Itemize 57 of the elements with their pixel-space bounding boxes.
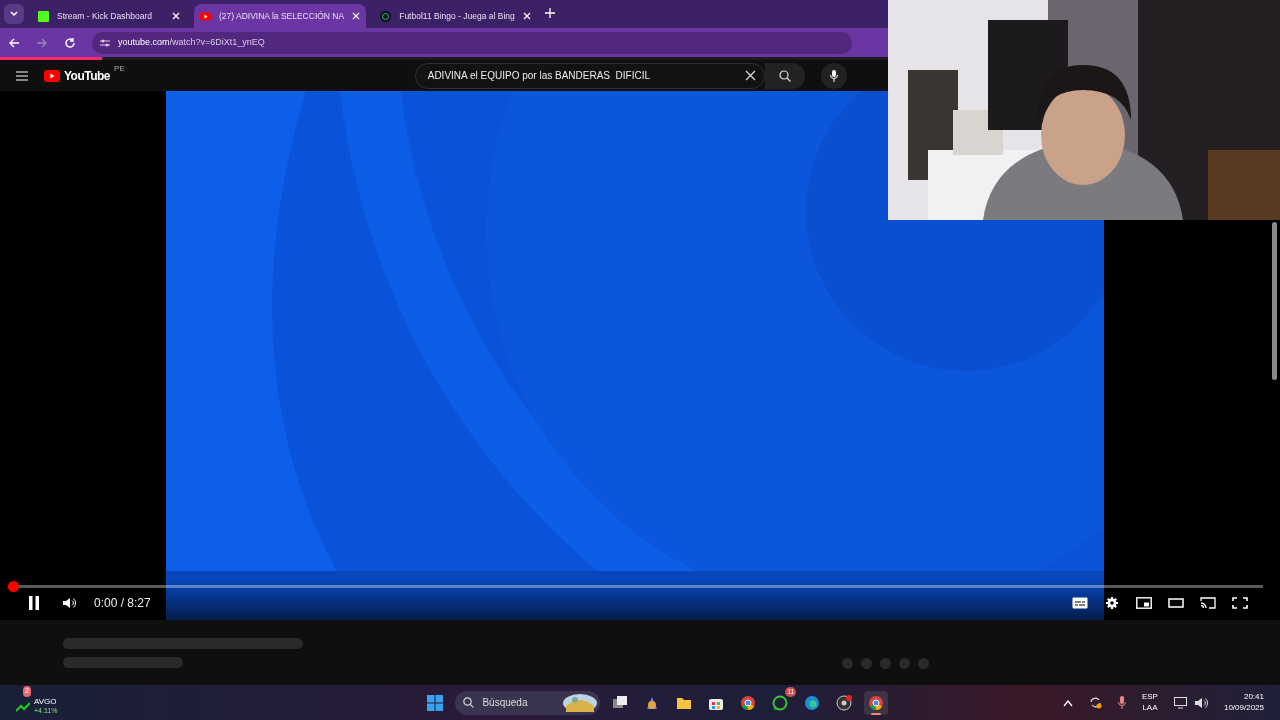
plus-icon[interactable] [544,7,555,18]
back-icon[interactable] [8,36,20,49]
address-field[interactable]: youtube.com/watch?v=6DiXt1_ynEQ [92,31,852,54]
edge-icon [804,694,821,711]
search-icon [778,69,791,82]
chat-bubble-icon [772,694,789,711]
microphone-icon [829,69,838,82]
chevron-down-icon[interactable] [9,9,19,19]
cast-icon [1200,597,1216,609]
search-field[interactable]: ADIVINA el EQUIPO por las BANDERAS DIFICIL [414,62,765,89]
pause-icon [28,596,40,610]
microphone-button[interactable] [820,62,847,89]
search-button[interactable] [764,62,805,89]
sync-icon[interactable] [1088,696,1102,709]
menu-icon[interactable] [16,70,28,81]
record-icon [836,694,853,711]
settings-icon [1104,597,1120,609]
volume-icon[interactable] [1194,696,1208,709]
youtube-logo[interactable]: YouTube PE [44,66,125,85]
loading-dot [861,658,872,669]
fullscreen-icon [1232,597,1248,609]
taskbar-app[interactable] [864,690,889,715]
subtitles-icon [1072,597,1088,609]
task-view-icon [612,694,629,711]
tune-icon [100,37,110,48]
language-indicator[interactable]: ESP LAA [1141,692,1158,713]
chevron-up-icon[interactable] [1062,698,1073,707]
windows-start-icon[interactable] [427,694,444,711]
loading-dot [880,658,891,669]
browser-tab[interactable]: Futbol11 Bingo - Juega al Bing [374,4,537,28]
browser-tab[interactable]: (27) ADIVINA la SELECCIÓN NA [194,4,367,28]
search-icon [463,697,475,708]
scrollbar[interactable] [1272,222,1277,380]
time-display: 0:00 / 8:27 [94,595,151,612]
progress-bar[interactable] [8,581,1263,592]
clock[interactable]: 20:41 10/09/2025 [1223,692,1264,713]
loading-dot [899,658,910,669]
loading-dot [842,658,853,669]
trend-up-icon [16,701,30,712]
loading-dot [918,658,929,669]
play-logo-icon [200,10,211,22]
close-icon[interactable] [744,70,756,81]
search-field[interactable]: Búsqueda [455,690,601,715]
network-icon[interactable] [1173,696,1187,709]
progress-handle[interactable] [8,581,19,592]
circle-logo-icon [380,10,392,22]
active-indicator [871,712,882,715]
browser-tab[interactable]: Stream - Kick Dashboard [32,4,186,28]
miniplayer-icon [1136,597,1152,609]
rectangle-icon [1168,597,1184,609]
reload-icon[interactable] [64,36,76,49]
chrome-icon [868,694,885,711]
microphone-icon[interactable] [1117,696,1126,709]
chrome-icon [740,694,757,711]
square-logo-icon [38,10,49,22]
volume-icon [63,597,77,609]
play-logo-icon [44,69,60,82]
